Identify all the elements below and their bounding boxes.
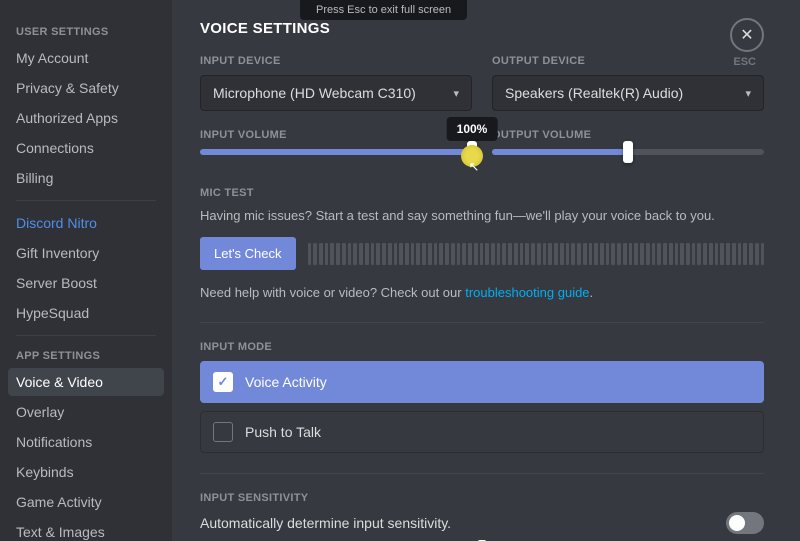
sidebar-item-hypesquad[interactable]: HypeSquad [8,299,164,327]
sidebar-item-keybinds[interactable]: Keybinds [8,458,164,486]
output-device-label: OUTPUT DEVICE [492,55,764,67]
settings-sidebar: USER SETTINGS My Account Privacy & Safet… [0,0,172,541]
output-volume-label: OUTPUT VOLUME [492,129,764,141]
sidebar-item-voice-video[interactable]: Voice & Video [8,368,164,396]
input-volume-slider[interactable]: 100% ↖ [200,149,472,155]
sidebar-item-privacy-safety[interactable]: Privacy & Safety [8,74,164,102]
main-content: ✕ ESC VOICE SETTINGS INPUT DEVICE Microp… [172,0,800,541]
close-label: ESC [733,56,756,68]
auto-sensitivity-text: Automatically determine input sensitivit… [200,515,451,531]
sidebar-item-overlay[interactable]: Overlay [8,398,164,426]
sidebar-item-discord-nitro[interactable]: Discord Nitro [8,209,164,237]
troubleshooting-link[interactable]: troubleshooting guide [465,285,589,300]
close-icon: ✕ [740,25,753,45]
sidebar-separator [16,335,156,336]
checkbox-checked-icon: ✓ [213,372,233,392]
chevron-down-icon: ▾ [453,87,459,100]
sidebar-item-my-account[interactable]: My Account [8,44,164,72]
auto-sensitivity-toggle[interactable] [726,512,764,534]
sidebar-item-connections[interactable]: Connections [8,134,164,162]
sidebar-item-game-activity[interactable]: Game Activity [8,488,164,516]
sidebar-item-gift-inventory[interactable]: Gift Inventory [8,239,164,267]
close-button[interactable]: ✕ [730,18,764,52]
mode-voice-activity[interactable]: ✓ Voice Activity [200,361,764,403]
sidebar-separator [16,200,156,201]
sidebar-item-notifications[interactable]: Notifications [8,428,164,456]
troubleshoot-help: Need help with voice or video? Check out… [200,284,764,302]
input-sensitivity-label: INPUT SENSITIVITY [200,492,764,504]
input-device-value: Microphone (HD Webcam C310) [213,85,416,101]
input-device-select[interactable]: Microphone (HD Webcam C310) ▾ [200,75,472,111]
mic-test-label: MIC TEST [200,187,764,199]
app-settings-heading: APP SETTINGS [8,344,164,368]
input-mode-label: INPUT MODE [200,341,764,353]
divider [200,473,764,474]
input-volume-tooltip: 100% [447,117,498,141]
sidebar-item-billing[interactable]: Billing [8,164,164,192]
sidebar-item-authorized-apps[interactable]: Authorized Apps [8,104,164,132]
mic-test-help: Having mic issues? Start a test and say … [200,207,764,225]
mode-label: Voice Activity [245,374,327,390]
sidebar-item-text-images[interactable]: Text & Images [8,518,164,541]
input-device-label: INPUT DEVICE [200,55,472,67]
slider-thumb[interactable] [467,141,477,163]
mic-test-meter [308,243,764,265]
lets-check-button[interactable]: Let's Check [200,237,296,270]
mode-label: Push to Talk [245,424,321,440]
output-volume-slider[interactable] [492,149,764,155]
chevron-down-icon: ▾ [745,87,751,100]
divider [200,322,764,323]
sidebar-item-server-boost[interactable]: Server Boost [8,269,164,297]
fullscreen-hint: Press Esc to exit full screen [300,0,467,20]
checkbox-unchecked-icon [213,422,233,442]
help-suffix: . [590,285,594,300]
slider-thumb[interactable] [623,141,633,163]
help-prefix: Need help with voice or video? Check out… [200,285,465,300]
mode-push-to-talk[interactable]: Push to Talk [200,411,764,453]
toggle-knob [729,515,745,531]
input-volume-label: INPUT VOLUME [200,129,472,141]
output-device-value: Speakers (Realtek(R) Audio) [505,85,683,101]
user-settings-heading: USER SETTINGS [8,20,164,44]
page-title: VOICE SETTINGS [200,20,764,37]
output-device-select[interactable]: Speakers (Realtek(R) Audio) ▾ [492,75,764,111]
